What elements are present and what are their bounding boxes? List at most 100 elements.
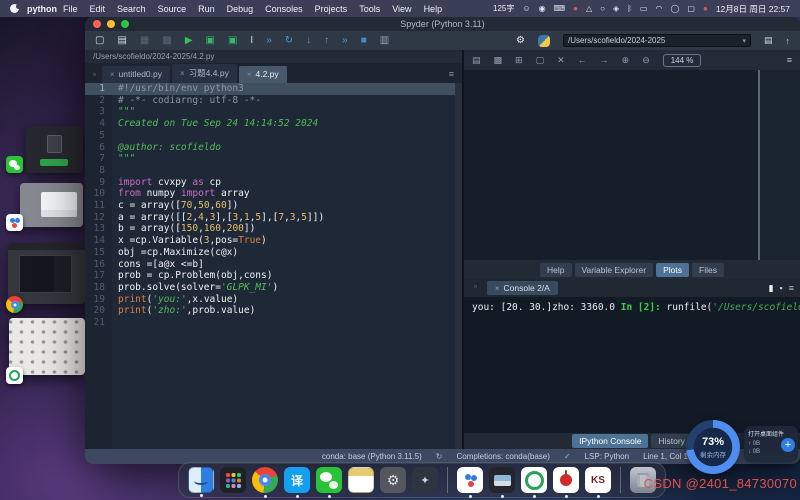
- code-line[interactable]: 3""": [85, 106, 462, 118]
- translate-app-icon[interactable]: 译: [284, 467, 310, 493]
- preview-app-icon[interactable]: [489, 467, 515, 493]
- run-file-icon[interactable]: ▶: [185, 36, 193, 46]
- memory-gauge-widget[interactable]: 73% 剩余内存: [686, 420, 740, 474]
- notes-app-icon[interactable]: [348, 467, 374, 493]
- pane-tab-help[interactable]: Help: [540, 263, 571, 277]
- code-line[interactable]: 14x =cp.Variable(3,pos=True): [85, 235, 462, 247]
- dictation-icon[interactable]: ◉: [539, 5, 546, 13]
- battery-icon[interactable]: ▭: [640, 5, 648, 13]
- code-line[interactable]: 1#!/usr/bin/env python3: [85, 83, 462, 95]
- code-line[interactable]: 2# -*- codiarng: utf-8 -*-: [85, 95, 462, 107]
- step-out-icon[interactable]: ↑: [324, 36, 329, 46]
- screen-record-icon[interactable]: ●: [573, 5, 578, 13]
- copy-plot-icon[interactable]: ⊞: [515, 55, 523, 66]
- run-selection-icon[interactable]: I: [250, 36, 253, 46]
- stage-window-thumbnail[interactable]: [20, 183, 83, 227]
- code-line[interactable]: 8: [85, 165, 462, 177]
- lsp-status[interactable]: LSP: Python: [585, 452, 629, 461]
- code-line[interactable]: 15obj =cp.Maximize(c@x): [85, 247, 462, 259]
- plots-zoom-level[interactable]: 144 %: [663, 54, 702, 67]
- save-icon[interactable]: ▦: [140, 36, 149, 46]
- plots-options-menu-icon[interactable]: ≡: [787, 55, 792, 65]
- launchpad-app-icon[interactable]: [220, 467, 246, 493]
- close-tab-icon[interactable]: ×: [180, 69, 185, 78]
- code-line[interactable]: 21: [85, 317, 462, 329]
- save-all-icon[interactable]: ▩: [162, 36, 171, 46]
- remove-all-plots-icon[interactable]: ✕: [557, 55, 565, 66]
- editor-options-menu-icon[interactable]: ≡: [445, 69, 458, 83]
- stage-window-thumbnail[interactable]: [26, 126, 83, 173]
- code-line[interactable]: 9import cvxpy as cp: [85, 177, 462, 189]
- keyboard-icon[interactable]: ⌨: [554, 5, 566, 13]
- bluetooth-icon[interactable]: ᛒ: [627, 5, 632, 13]
- spotlight-search-icon[interactable]: ◯: [670, 5, 679, 13]
- stage-window-thumbnail[interactable]: [8, 243, 85, 304]
- remove-plot-icon[interactable]: ▢: [536, 55, 545, 66]
- menu-item-edit[interactable]: Edit: [90, 4, 106, 14]
- red-apple-app-icon[interactable]: [553, 467, 579, 493]
- code-line[interactable]: 13b = array([150,160,200]): [85, 223, 462, 235]
- debug-file-icon[interactable]: »: [266, 36, 272, 46]
- breadcrumb[interactable]: /Users/scofieldo/2024-2025/4.2.py: [85, 50, 462, 63]
- editor-tab-untitled0-py[interactable]: ×untitled0.py: [102, 66, 170, 83]
- continue-execution-icon[interactable]: »: [342, 36, 348, 46]
- menu-item-source[interactable]: Source: [158, 4, 187, 14]
- run-cell-icon[interactable]: ▣: [206, 36, 215, 46]
- menu-item-tools[interactable]: Tools: [359, 4, 380, 14]
- close-tab-icon[interactable]: ×: [247, 70, 252, 79]
- menu-clock[interactable]: 12月8日 周日 22:57: [716, 3, 790, 15]
- step-into-icon[interactable]: ↓: [306, 36, 311, 46]
- menu-item-projects[interactable]: Projects: [315, 4, 348, 14]
- ks-app-icon[interactable]: KS: [585, 467, 611, 493]
- stop-debug-icon[interactable]: ■: [361, 36, 367, 46]
- code-line[interactable]: 20print('zho:',prob.value): [85, 305, 462, 317]
- menu-item-run[interactable]: Run: [198, 4, 215, 14]
- code-line[interactable]: 12a = array([[2,4,3],[3,1,5],[7,3,5]]): [85, 212, 462, 224]
- save-plot-icon[interactable]: ▤: [472, 55, 481, 66]
- next-plot-icon[interactable]: →: [600, 55, 609, 65]
- keychain-app-icon[interactable]: ✦: [412, 467, 438, 493]
- display-icon[interactable]: ▢: [687, 5, 695, 13]
- chrome-badge-icon[interactable]: [6, 296, 23, 313]
- green-ring-app-icon[interactable]: [521, 467, 547, 493]
- apple-menu-icon[interactable]: [10, 4, 19, 13]
- editor-tab-习题4-4-py[interactable]: ×习题4.4.py: [172, 64, 237, 83]
- parent-directory-icon[interactable]: ↑: [786, 36, 791, 46]
- working-directory-combobox[interactable]: /Users/scofieldo/2024-2025 ▾: [563, 34, 751, 47]
- pane-tab-variable-explorer[interactable]: Variable Explorer: [575, 263, 654, 277]
- code-line[interactable]: 16cons =[a@x <=b]: [85, 259, 462, 271]
- code-line[interactable]: 19print('you:',x.value): [85, 294, 462, 306]
- menu-item-debug[interactable]: Debug: [227, 4, 254, 14]
- interrupt-kernel-icon[interactable]: ▮: [769, 283, 774, 294]
- panes-layout-icon[interactable]: ▥: [380, 36, 389, 46]
- gamecenter-icon[interactable]: ○: [600, 5, 605, 13]
- inspect-object-icon[interactable]: ▪: [780, 283, 783, 293]
- add-widget-button[interactable]: +: [781, 438, 795, 452]
- desktop-widget-panel[interactable]: 打开桌面组件 ↑ 0B ↓ 0B +: [744, 426, 798, 462]
- browse-tabs-icon[interactable]: ▫: [89, 70, 100, 83]
- previous-plot-icon[interactable]: ←: [578, 55, 587, 65]
- chrome-app-icon[interactable]: [252, 467, 278, 493]
- menu-item-view[interactable]: View: [392, 4, 411, 14]
- menu-item-consoles[interactable]: Consoles: [265, 4, 303, 14]
- green-ring-badge-icon[interactable]: [6, 367, 23, 384]
- console-tab[interactable]: × Console 2/A: [487, 281, 558, 295]
- pane-tab-plots[interactable]: Plots: [656, 263, 689, 277]
- python-path-manager-icon[interactable]: [538, 35, 550, 47]
- menu-item-file[interactable]: File: [63, 4, 78, 14]
- code-editor[interactable]: 1#!/usr/bin/env python32# -*- codiarng: …: [85, 83, 462, 449]
- conda-env-status[interactable]: conda: base (Python 3.11.5): [322, 452, 422, 461]
- code-line[interactable]: 5: [85, 130, 462, 142]
- ime-icon[interactable]: ☺: [522, 5, 530, 13]
- extensions-icon[interactable]: ◈: [613, 5, 619, 13]
- completions-status[interactable]: Completions: conda(base): [457, 452, 550, 461]
- menu-item-help[interactable]: Help: [424, 4, 443, 14]
- code-line[interactable]: 7""": [85, 153, 462, 165]
- wechat-badge-icon[interactable]: [6, 156, 23, 173]
- code-line[interactable]: 17prob = cp.Problem(obj,cons): [85, 270, 462, 282]
- code-line[interactable]: 10from numpy import array: [85, 188, 462, 200]
- run-cell-advance-icon[interactable]: ▣: [228, 36, 237, 46]
- system-settings-app-icon[interactable]: ⚙: [380, 467, 406, 493]
- wifi-icon[interactable]: ◠: [655, 5, 662, 13]
- save-all-plots-icon[interactable]: ▩: [494, 55, 503, 66]
